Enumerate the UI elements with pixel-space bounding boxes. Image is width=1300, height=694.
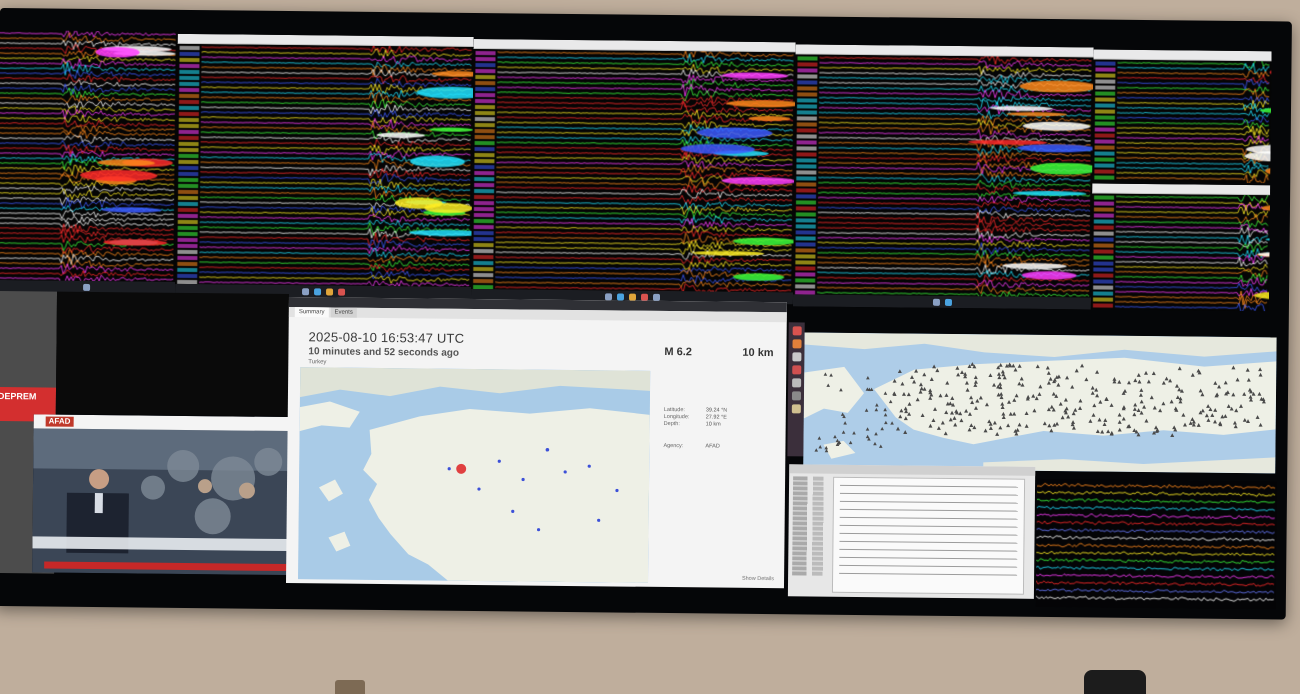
waveform-canvas bbox=[1092, 59, 1272, 184]
app-icon[interactable] bbox=[791, 365, 801, 375]
chair-back bbox=[1084, 670, 1146, 694]
depth-label: Depth: bbox=[663, 420, 680, 428]
event-list-window[interactable] bbox=[787, 464, 1036, 599]
waveform-canvas bbox=[1090, 193, 1271, 312]
depth-value: 10 km bbox=[705, 421, 721, 428]
app-icon[interactable] bbox=[791, 404, 801, 414]
folder-icon[interactable] bbox=[791, 352, 801, 362]
station-map-graphic bbox=[803, 332, 1277, 474]
log-panel bbox=[831, 476, 1026, 595]
agency-details: Agency: AFAD bbox=[663, 443, 781, 451]
agency-label: Agency: bbox=[663, 442, 684, 450]
event-origin-time: 2025-08-10 16:53:47 UTC bbox=[308, 329, 465, 346]
broadcast-header: AFAD bbox=[33, 414, 290, 432]
app-icon[interactable] bbox=[932, 298, 940, 306]
taskbar bbox=[792, 294, 1092, 310]
waveform-canvas bbox=[793, 54, 1094, 298]
app-icon[interactable] bbox=[604, 292, 612, 300]
afad-logo: AFAD bbox=[45, 416, 74, 427]
seismogram-panel-6[interactable] bbox=[1090, 183, 1271, 312]
seismogram-panel-3[interactable] bbox=[470, 38, 796, 305]
app-icon[interactable] bbox=[301, 287, 309, 295]
app-icon[interactable] bbox=[791, 339, 802, 349]
station-network-map[interactable] bbox=[803, 332, 1277, 474]
blank-screen bbox=[55, 291, 290, 417]
folder-icon[interactable] bbox=[325, 287, 333, 295]
news-headline: DEPREM bbox=[0, 390, 37, 402]
show-details-link[interactable]: Show Details bbox=[742, 576, 774, 582]
app-icon[interactable] bbox=[82, 283, 90, 291]
magnitude-table bbox=[664, 361, 782, 404]
earthquake-event-window[interactable]: Summary Events 2025-08-10 16:53:47 UTC 1… bbox=[285, 297, 787, 589]
tv-broadcast: AFAD bbox=[32, 414, 290, 576]
tab-events[interactable]: Events bbox=[330, 307, 357, 318]
browser-icon[interactable] bbox=[616, 292, 624, 301]
tab-summary[interactable]: Summary bbox=[294, 307, 329, 318]
realtime-waveform-panel[interactable] bbox=[1035, 478, 1278, 610]
launcher-toolbar bbox=[787, 322, 805, 457]
seismogram-panel-2[interactable] bbox=[174, 33, 474, 299]
app-icon[interactable] bbox=[792, 326, 802, 336]
desk-object bbox=[335, 680, 365, 694]
terminal-icon[interactable] bbox=[791, 378, 801, 388]
waveform-canvas bbox=[1035, 478, 1278, 610]
app-icon[interactable] bbox=[337, 288, 345, 296]
monitor-wall: DEPREM AFAD Summary Events 2025-08-10 16… bbox=[0, 8, 1292, 620]
station-list[interactable] bbox=[792, 476, 830, 594]
app-icon[interactable] bbox=[652, 293, 660, 301]
folder-icon[interactable] bbox=[628, 293, 636, 301]
event-magnitude: M 6.2 bbox=[664, 345, 693, 359]
epicenter-map[interactable] bbox=[298, 367, 651, 583]
event-depth: 10 km bbox=[742, 346, 774, 360]
event-elapsed-time: 10 minutes and 52 seconds ago bbox=[308, 346, 460, 359]
location-details: Latitude: 39.24 °N Longitude: 27.92 °E Dep… bbox=[664, 407, 782, 429]
waveform-canvas bbox=[175, 43, 474, 287]
waveform-canvas bbox=[471, 48, 796, 293]
seismogram-panel-5[interactable] bbox=[1092, 49, 1272, 184]
event-region: Turkey bbox=[308, 359, 327, 366]
agency-value: AFAD bbox=[705, 443, 720, 450]
settings-icon[interactable] bbox=[791, 391, 801, 401]
seismogram-panel-1[interactable] bbox=[0, 29, 178, 294]
app-icon[interactable] bbox=[640, 293, 648, 301]
browser-icon[interactable] bbox=[944, 298, 952, 306]
browser-icon[interactable] bbox=[313, 287, 321, 295]
map-graphic bbox=[298, 367, 651, 583]
seismogram-panel-4[interactable] bbox=[792, 44, 1094, 310]
broadcast-scene bbox=[32, 428, 290, 576]
window-titlebar bbox=[789, 464, 1036, 476]
waveform-canvas bbox=[0, 29, 178, 282]
